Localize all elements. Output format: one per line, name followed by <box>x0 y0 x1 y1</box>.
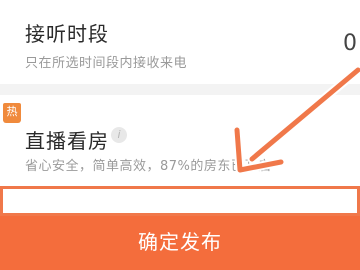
live-viewing-title: 直播看房 <box>25 129 109 153</box>
section-divider <box>0 84 360 95</box>
hot-badge: 热 <box>3 103 21 123</box>
time-period-title: 接听时段 <box>25 22 109 46</box>
info-icon[interactable]: i <box>111 127 127 143</box>
confirm-publish-button[interactable]: 确定发布 <box>0 216 360 270</box>
time-period-subtitle: 只在所选时间段内接收来电 <box>25 56 188 71</box>
highlight-box <box>0 186 360 216</box>
time-period-value: 0 <box>343 31 357 56</box>
time-period-row[interactable]: 接听时段 只在所选时间段内接收来电 0 <box>0 0 360 84</box>
live-viewing-subtitle: 省心安全，简单高效，87%的房东已开启 <box>25 159 272 174</box>
live-viewing-row[interactable]: 热 直播看房 i 省心安全，简单高效，87%的房东已开启 <box>0 95 360 185</box>
